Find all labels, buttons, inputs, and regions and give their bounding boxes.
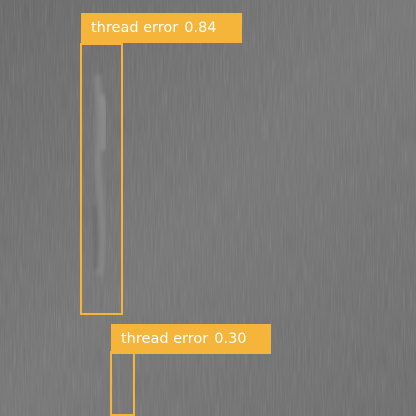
detection-class: thread error: [91, 20, 179, 36]
detection-box: [110, 351, 135, 416]
detection-confidence: 0.84: [184, 20, 217, 36]
inspection-view: thread error 0.84 thread error 0.30: [0, 0, 416, 416]
detection-box: [80, 43, 123, 315]
detection-confidence: 0.30: [214, 331, 247, 347]
detection-label: thread error 0.30: [111, 324, 271, 354]
detection-class: thread error: [121, 331, 209, 347]
detection-label: thread error 0.84: [81, 13, 242, 43]
